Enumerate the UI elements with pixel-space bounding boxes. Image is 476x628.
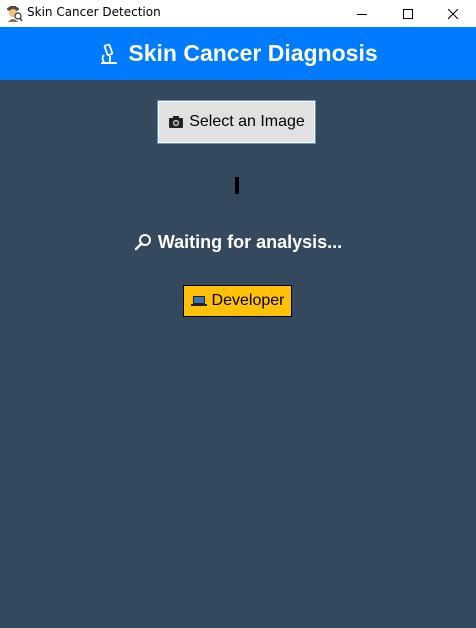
page-title: Skin Cancer Diagnosis [128,40,378,66]
app-header: Skin Cancer Diagnosis [0,27,476,80]
developer-label: Developer [211,292,285,309]
app-window: Skin Cancer Detection Skin Cancer Diagno… [0,0,476,628]
minimize-button[interactable] [339,0,385,27]
microscope-icon [101,43,118,64]
maximize-button[interactable] [385,0,431,27]
close-icon [448,8,458,19]
developer-button[interactable]: Developer [183,285,292,317]
minimize-icon [357,13,367,15]
laptop-icon [190,296,207,306]
close-button[interactable] [430,0,476,27]
image-preview [235,177,239,194]
select-image-button[interactable]: Select an Image [157,100,316,144]
status-message: Waiting for analysis... [0,229,476,255]
magnifier-icon [134,234,151,251]
select-image-label: Select an Image [189,113,305,130]
camera-icon [169,116,184,128]
status-text: Waiting for analysis... [157,231,343,252]
title-bar: Skin Cancer Detection [0,0,476,27]
detective-icon [7,6,23,22]
window-title: Skin Cancer Detection [27,5,161,19]
maximize-icon [403,8,413,19]
